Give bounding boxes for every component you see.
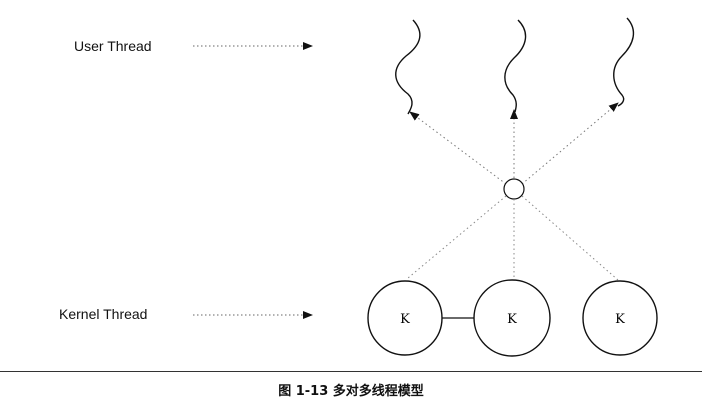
hub-to-kernel-thread-3-link xyxy=(521,195,619,281)
many-to-many-diagram: K K K xyxy=(193,17,658,357)
user-thread-2 xyxy=(504,19,527,113)
figure-caption: 图 1-13 多对多线程模型 xyxy=(278,384,424,399)
hub-to-user-thread-3-arrow xyxy=(521,102,619,185)
user-thread-3 xyxy=(613,17,635,107)
hub-to-kernel-thread-1-link xyxy=(407,195,507,279)
user-thread-1 xyxy=(395,19,421,115)
kernel-thread-node-2-label: K xyxy=(507,312,517,327)
kernel-thread-node-2: K xyxy=(473,279,551,357)
thread-multiplexer-node xyxy=(503,178,525,200)
caption-divider xyxy=(0,371,702,372)
kernel-thread-node-1: K xyxy=(367,280,443,356)
hub-to-user-thread-1-arrow xyxy=(409,111,507,185)
kernel-thread-node-3: K xyxy=(582,280,658,356)
kernel-thread-node-3-label: K xyxy=(615,312,625,327)
kernel-thread-node-1-label: K xyxy=(400,312,410,327)
